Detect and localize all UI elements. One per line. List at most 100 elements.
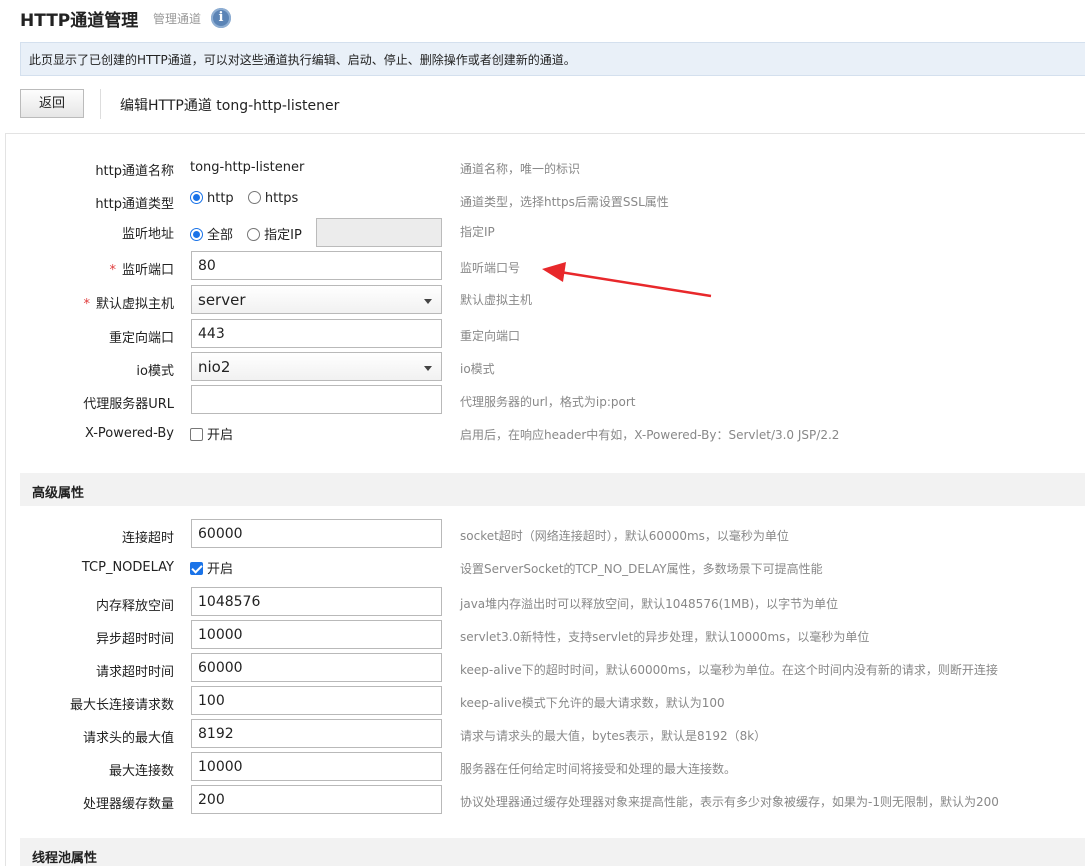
powered-by-label: X-Powered-By xyxy=(84,426,174,441)
chevron-down-icon xyxy=(424,366,432,371)
radio-http-label: http xyxy=(207,191,234,206)
row-port: * 监听端口 80 监听端口号 xyxy=(0,251,1085,284)
tcp-nodelay-label: TCP_NODELAY xyxy=(81,560,174,575)
redirect-port-label: 重定向端口 xyxy=(108,331,174,346)
async-timeout-label: 异步超时时间 xyxy=(95,632,174,647)
proxy-url-label: 代理服务器URL xyxy=(83,397,174,412)
io-mode-select[interactable]: nio2 xyxy=(191,352,442,381)
info-icon[interactable]: i xyxy=(211,8,231,28)
radio-https-label: https xyxy=(264,191,299,206)
redirect-port-hint: 重定向端口 xyxy=(460,329,521,343)
row-max-keepalive: 最大长连接请求数 100 keep-alive模式下允许的最大请求数，默认为10… xyxy=(0,686,1085,719)
async-timeout-input[interactable]: 10000 xyxy=(191,620,442,649)
mem-release-input[interactable]: 1048576 xyxy=(191,587,442,616)
row-powered-by: X-Powered-By 开启 启用后，在响应header中有如，X-Power… xyxy=(0,418,1085,451)
powered-by-hint: 启用后，在响应header中有如，X-Powered-By：Servlet/3.… xyxy=(460,428,840,442)
address-label: 监听地址 xyxy=(121,227,174,242)
threadpool-section-title: 线程池属性 xyxy=(32,851,98,866)
proc-cache-input[interactable]: 200 xyxy=(191,785,442,814)
port-input[interactable]: 80 xyxy=(191,251,442,280)
max-header-input[interactable]: 8192 xyxy=(191,719,442,748)
io-mode-label: io模式 xyxy=(136,364,174,379)
required-mark: * xyxy=(109,263,116,278)
mem-release-hint: java堆内存溢出时可以释放空间，默认1048576(1MB)，以字节为单位 xyxy=(460,597,839,611)
io-mode-hint: io模式 xyxy=(460,362,495,376)
row-io-mode: io模式 nio2 io模式 xyxy=(0,352,1085,385)
ip-input[interactable] xyxy=(316,218,442,247)
powered-by-checkbox-wrap[interactable]: 开启 xyxy=(190,424,233,443)
max-conn-hint: 服务器在任何给定时间将接受和处理的最大连接数。 xyxy=(460,762,737,776)
name-hint: 通道名称，唯一的标识 xyxy=(460,162,581,176)
radio-http[interactable]: http xyxy=(190,191,234,206)
type-hint: 通道类型，选择https后需设置SSL属性 xyxy=(460,195,669,209)
page-title: HTTP通道管理 xyxy=(20,11,139,31)
row-proxy-url: 代理服务器URL 代理服务器的url，格式为ip:port xyxy=(0,385,1085,418)
async-timeout-hint: servlet3.0新特性，支持servlet的异步处理，默认10000ms，以… xyxy=(460,630,870,644)
radio-https-control[interactable] xyxy=(247,191,261,204)
radio-specify-ip-label: 指定IP xyxy=(264,228,302,243)
toolbar: 返回 编辑HTTP通道 tong-http-listener xyxy=(20,89,1085,119)
vhost-select-value: server xyxy=(198,291,246,309)
redirect-port-input[interactable]: 443 xyxy=(191,319,442,348)
toolbar-divider xyxy=(100,89,101,119)
radio-all-label: 全部 xyxy=(207,228,234,243)
page-header: HTTP通道管理 管理通道 i xyxy=(0,0,1085,36)
threadpool-section-header: 线程池属性 xyxy=(20,838,1085,866)
required-mark: * xyxy=(83,297,90,312)
io-mode-select-value: nio2 xyxy=(198,358,231,376)
row-address: 监听地址 全部 指定IP 指定IP xyxy=(0,218,1085,251)
row-async-timeout: 异步超时时间 10000 servlet3.0新特性，支持servlet的异步处… xyxy=(0,620,1085,653)
tcp-nodelay-checkbox-wrap[interactable]: 开启 xyxy=(190,558,233,577)
name-label: http通道名称 xyxy=(95,164,174,179)
name-value: tong-http-listener xyxy=(190,160,305,175)
port-label-text: 监听端口 xyxy=(121,263,174,278)
proxy-url-hint: 代理服务器的url，格式为ip:port xyxy=(460,395,636,409)
vhost-label: * 默认虚拟主机 xyxy=(83,293,174,312)
req-timeout-input[interactable]: 60000 xyxy=(191,653,442,682)
edit-title: 编辑HTTP通道 tong-http-listener xyxy=(120,98,340,114)
radio-specify-ip[interactable]: 指定IP xyxy=(247,224,302,243)
page-subtitle: 管理通道 xyxy=(153,12,202,26)
advanced-section-title: 高级属性 xyxy=(32,486,85,501)
req-timeout-hint: keep-alive下的超时时间，默认60000ms，以毫秒为单位。在这个时间内… xyxy=(460,663,998,677)
row-redirect-port: 重定向端口 443 重定向端口 xyxy=(0,319,1085,352)
conn-timeout-hint: socket超时（网络连接超时），默认60000ms，以毫秒为单位 xyxy=(460,529,789,543)
proxy-url-input[interactable] xyxy=(191,385,442,414)
proc-cache-label: 处理器缓存数量 xyxy=(82,797,174,812)
address-radio-group: 全部 指定IP xyxy=(190,224,312,243)
tcp-nodelay-hint: 设置ServerSocket的TCP_NO_DELAY属性，多数场景下可提高性能 xyxy=(460,562,823,576)
tcp-nodelay-checkbox-label: 开启 xyxy=(207,562,234,577)
radio-all-control[interactable] xyxy=(190,228,203,241)
vhost-hint: 默认虚拟主机 xyxy=(460,293,533,307)
info-bar: 此页显示了已创建的HTTP通道，可以对这些通道执行编辑、启动、停止、删除操作或者… xyxy=(20,42,1085,76)
proc-cache-hint: 协议处理器通过缓存处理器对象来提高性能，表示有多少对象被缓存，如果为-1则无限制… xyxy=(460,795,999,809)
row-mem-release: 内存释放空间 1048576 java堆内存溢出时可以释放空间，默认104857… xyxy=(0,587,1085,620)
powered-by-checkbox[interactable] xyxy=(190,428,203,441)
row-vhost: * 默认虚拟主机 server 默认虚拟主机 xyxy=(0,285,1085,318)
powered-by-checkbox-label: 开启 xyxy=(207,428,234,443)
max-header-hint: 请求与请求头的最大值，bytes表示，默认是8192（8k） xyxy=(460,729,767,743)
conn-timeout-input[interactable]: 60000 xyxy=(191,519,442,548)
row-tcp-nodelay: TCP_NODELAY 开启 设置ServerSocket的TCP_NO_DEL… xyxy=(0,552,1085,585)
port-label: * 监听端口 xyxy=(109,259,174,278)
radio-all[interactable]: 全部 xyxy=(190,224,233,243)
radio-specify-ip-control[interactable] xyxy=(247,228,261,241)
row-req-timeout: 请求超时时间 60000 keep-alive下的超时时间，默认60000ms，… xyxy=(0,653,1085,686)
tcp-nodelay-checkbox[interactable] xyxy=(190,562,203,575)
max-conn-label: 最大连接数 xyxy=(108,764,174,779)
max-keepalive-input[interactable]: 100 xyxy=(191,686,442,715)
conn-timeout-label: 连接超时 xyxy=(121,531,174,546)
vhost-label-text: 默认虚拟主机 xyxy=(95,297,174,312)
max-conn-input[interactable]: 10000 xyxy=(191,752,442,781)
address-hint: 指定IP xyxy=(460,225,495,239)
back-button[interactable]: 返回 xyxy=(20,89,84,118)
radio-https[interactable]: https xyxy=(247,191,299,206)
row-conn-timeout: 连接超时 60000 socket超时（网络连接超时），默认60000ms，以毫… xyxy=(0,519,1085,552)
row-max-conn: 最大连接数 10000 服务器在任何给定时间将接受和处理的最大连接数。 xyxy=(0,752,1085,785)
vhost-select[interactable]: server xyxy=(191,285,442,314)
row-type: http通道类型 http https 通道类型，选择https后需设置SSL属… xyxy=(0,185,1085,218)
chevron-down-icon xyxy=(424,299,432,304)
row-max-header: 请求头的最大值 8192 请求与请求头的最大值，bytes表示，默认是8192（… xyxy=(0,719,1085,752)
max-keepalive-hint: keep-alive模式下允许的最大请求数，默认为100 xyxy=(460,696,725,710)
radio-http-control[interactable] xyxy=(190,191,203,204)
